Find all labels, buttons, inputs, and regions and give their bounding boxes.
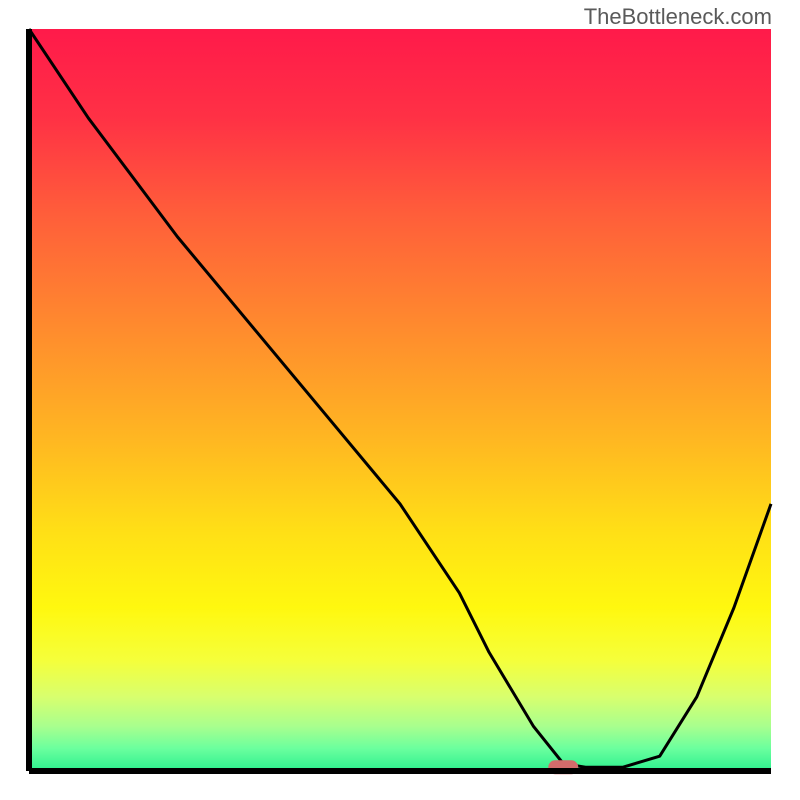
chart-area (25, 25, 775, 775)
gradient-background (29, 29, 771, 771)
chart-svg (25, 25, 775, 775)
watermark-text: TheBottleneck.com (584, 4, 772, 30)
